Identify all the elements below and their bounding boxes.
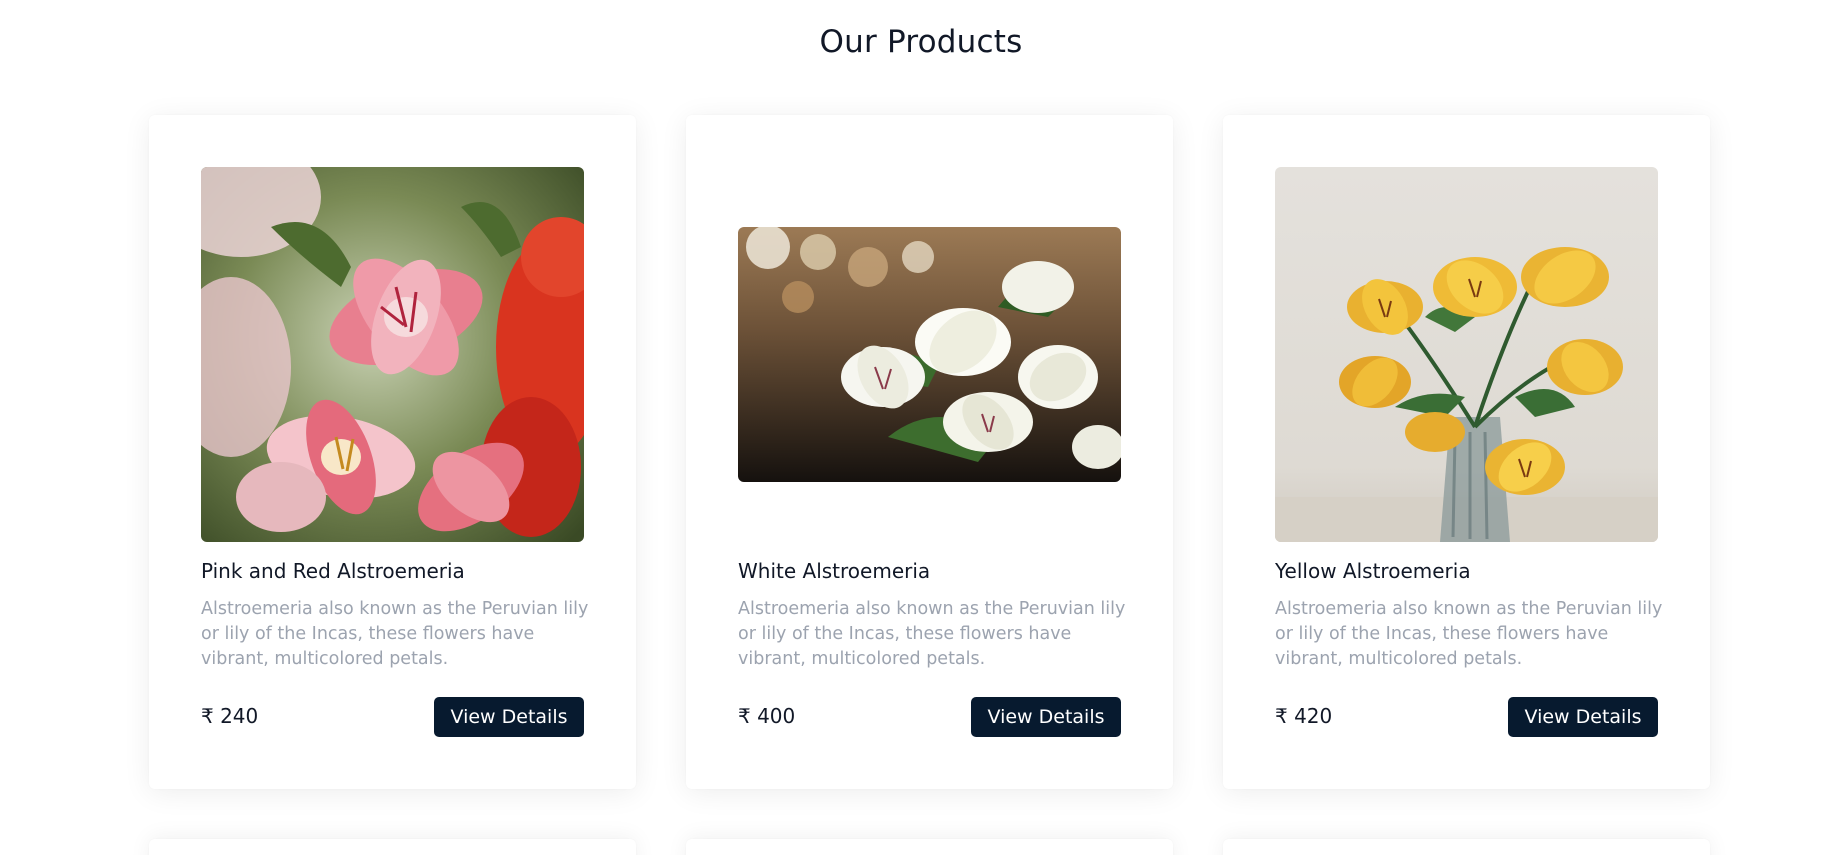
product-card-partial (1223, 839, 1710, 855)
view-details-button[interactable]: View Details (1508, 697, 1658, 737)
product-image (738, 227, 1121, 482)
product-card-partial (686, 839, 1173, 855)
product-image-frame (738, 167, 1121, 542)
product-description: Alstroemeria also known as the Peruvian … (1275, 599, 1663, 669)
product-image (201, 167, 584, 542)
product-name: Pink and Red Alstroemeria (201, 559, 465, 583)
white-alstroemeria-photo (738, 227, 1121, 482)
product-price: ₹ 420 (1275, 704, 1333, 728)
product-image (1275, 167, 1658, 542)
products-page: Our Products Pink and Red Alstroemeria A… (0, 0, 1842, 855)
product-description: Alstroemeria also known as the Peruvian … (201, 599, 589, 669)
product-name: Yellow Alstroemeria (1275, 559, 1471, 583)
yellow-alstroemeria-photo (1275, 167, 1658, 542)
view-details-button[interactable]: View Details (434, 697, 584, 737)
view-details-button[interactable]: View Details (971, 697, 1121, 737)
product-card: White Alstroemeria Alstroemeria also kno… (686, 115, 1173, 789)
product-card: Pink and Red Alstroemeria Alstroemeria a… (149, 115, 636, 789)
product-price: ₹ 400 (738, 704, 796, 728)
pink-red-alstroemeria-photo (201, 167, 584, 542)
page-title: Our Products (819, 24, 1023, 60)
product-description: Alstroemeria also known as the Peruvian … (738, 599, 1126, 669)
product-card-partial (149, 839, 636, 855)
product-price: ₹ 240 (201, 704, 259, 728)
product-name: White Alstroemeria (738, 559, 931, 583)
product-image-frame (1275, 167, 1658, 542)
product-card: Yellow Alstroemeria Alstroemeria also kn… (1223, 115, 1710, 789)
product-image-frame (201, 167, 584, 542)
